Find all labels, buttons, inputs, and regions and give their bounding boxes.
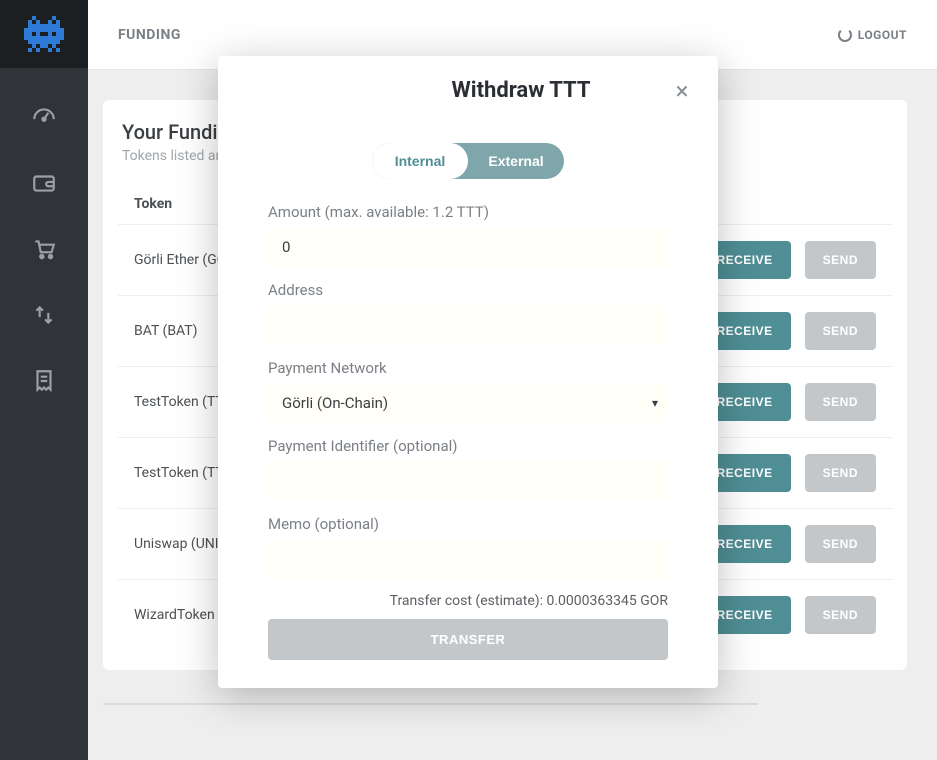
dashboard-icon[interactable] [31,104,57,130]
network-label: Payment Network [268,359,668,377]
app-logo-icon [24,14,64,54]
logo-container [0,0,88,68]
transfer-type-toggle: Internal External [372,143,564,179]
memo-label: Memo (optional) [268,515,668,533]
power-icon [838,28,852,42]
network-select[interactable]: Görli (On-Chain) [268,383,668,423]
send-button[interactable]: SEND [805,525,876,563]
address-label: Address [268,281,668,299]
payment-id-input[interactable] [268,461,668,501]
receipt-icon[interactable] [31,368,57,394]
wallet-icon[interactable] [31,170,57,196]
payment-id-label: Payment Identifier (optional) [268,437,668,455]
tab-external[interactable]: External [468,143,564,179]
send-button[interactable]: SEND [805,454,876,492]
transfer-icon[interactable] [31,302,57,328]
tab-internal[interactable]: Internal [372,143,468,179]
page-title: FUNDING [118,27,181,43]
withdraw-modal: Withdraw TTT × Internal External Amount … [218,56,718,688]
cart-icon[interactable] [31,236,57,262]
memo-input[interactable] [268,539,668,579]
modal-header: Withdraw TTT × [218,56,718,113]
modal-title: Withdraw TTT [242,78,670,103]
amount-label: Amount (max. available: 1.2 TTT) [268,203,668,221]
logout-label: LOGOUT [858,28,907,42]
transfer-button[interactable]: TRANSFER [268,619,668,660]
amount-input[interactable] [268,227,668,267]
logout-button[interactable]: LOGOUT [838,28,907,42]
send-button[interactable]: SEND [805,312,876,350]
address-input[interactable] [268,305,668,345]
close-icon[interactable]: × [670,79,694,103]
send-button[interactable]: SEND [805,241,876,279]
transfer-cost-estimate: Transfer cost (estimate): 0.0000363345 G… [268,593,668,609]
send-button[interactable]: SEND [805,596,876,634]
send-button[interactable]: SEND [805,383,876,421]
divider [103,703,758,705]
sidebar [0,0,88,760]
